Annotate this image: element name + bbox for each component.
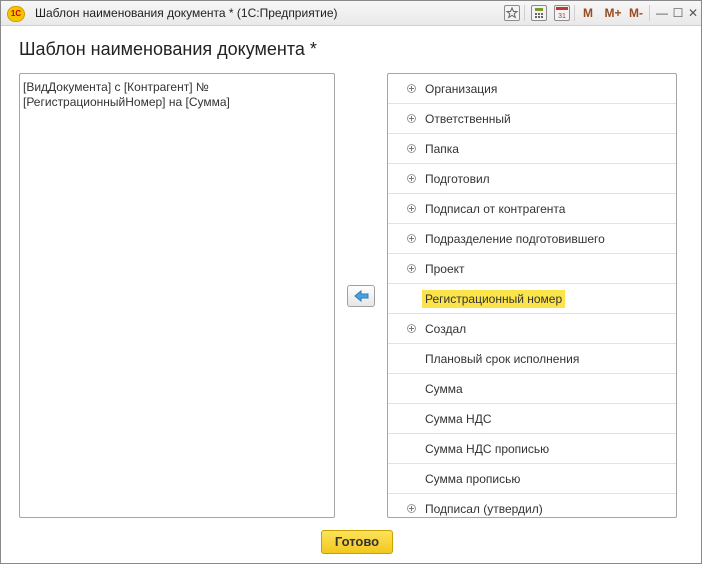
- list-item[interactable]: Организация: [388, 74, 676, 104]
- list-item[interactable]: Проект: [388, 254, 676, 284]
- list-item[interactable]: Регистрационный номер: [388, 284, 676, 314]
- list-item-label: Ответственный: [425, 112, 511, 126]
- list-item[interactable]: Подписал от контрагента: [388, 194, 676, 224]
- list-item-label: Сумма прописью: [425, 472, 521, 486]
- list-item[interactable]: Подразделение подготовившего: [388, 224, 676, 254]
- title-bar: 1С Шаблон наименования документа * (1С:П…: [1, 1, 701, 26]
- dialog-window: 1С Шаблон наименования документа * (1С:П…: [0, 0, 702, 564]
- list-item-label: Папка: [425, 142, 459, 156]
- template-text-area[interactable]: [ВидДокумента] с [Контрагент] № [Регистр…: [19, 73, 335, 518]
- expand-plus-icon[interactable]: [407, 174, 416, 183]
- list-item[interactable]: Подписал (утвердил): [388, 494, 676, 517]
- memory-button[interactable]: M: [581, 4, 595, 22]
- arrow-left-icon: [354, 290, 369, 302]
- list-item[interactable]: Сумма прописью: [388, 464, 676, 494]
- expand-plus-icon[interactable]: [407, 264, 416, 273]
- expand-plus-icon[interactable]: [407, 504, 416, 513]
- expand-plus-icon[interactable]: [407, 84, 416, 93]
- toolbar-divider: [649, 5, 650, 21]
- memory-plus-button[interactable]: M+: [603, 4, 623, 22]
- list-item-label: Регистрационный номер: [422, 290, 566, 308]
- toolbar-divider: [524, 5, 525, 21]
- list-item[interactable]: Сумма: [388, 374, 676, 404]
- list-item[interactable]: Сумма НДС: [388, 404, 676, 434]
- insert-field-button[interactable]: [347, 285, 375, 307]
- expand-plus-icon[interactable]: [407, 324, 416, 333]
- list-item-label: Сумма НДС прописью: [425, 442, 550, 456]
- list-item[interactable]: Ответственный: [388, 104, 676, 134]
- expand-plus-icon[interactable]: [407, 204, 416, 213]
- fields-list[interactable]: Организация Ответственный Папка Подготовил П…: [387, 73, 677, 518]
- list-item-label: Подписал (утвердил): [425, 502, 543, 516]
- list-item-label: Сумма НДС: [425, 412, 492, 426]
- expand-plus-icon[interactable]: [407, 114, 416, 123]
- calculator-icon[interactable]: [531, 5, 547, 21]
- window-title: Шаблон наименования документа * (1С:Пред…: [35, 6, 338, 20]
- favorites-icon[interactable]: [504, 5, 520, 21]
- list-item-label: Подготовил: [425, 172, 490, 186]
- list-item-label: Создал: [425, 322, 467, 336]
- minimize-button[interactable]: —: [655, 4, 669, 22]
- list-item[interactable]: Создал: [388, 314, 676, 344]
- toolbar-divider: [574, 5, 575, 21]
- expand-plus-icon[interactable]: [407, 234, 416, 243]
- list-item-label: Подразделение подготовившего: [425, 232, 605, 246]
- list-item[interactable]: Подготовил: [388, 164, 676, 194]
- app-logo-icon: 1С: [7, 6, 25, 22]
- list-item-label: Сумма: [425, 382, 463, 396]
- list-item[interactable]: Папка: [388, 134, 676, 164]
- svg-text:31: 31: [558, 13, 566, 20]
- done-button[interactable]: Готово: [321, 530, 393, 554]
- page-title: Шаблон наименования документа *: [19, 39, 317, 59]
- expand-plus-icon[interactable]: [407, 144, 416, 153]
- list-item-label: Подписал от контрагента: [425, 202, 566, 216]
- close-button[interactable]: ✕: [686, 4, 700, 22]
- list-item-label: Организация: [425, 82, 498, 96]
- calendar-icon[interactable]: 31: [554, 5, 570, 21]
- list-item-label: Проект: [425, 262, 465, 276]
- list-item-label: Плановый срок исполнения: [425, 352, 580, 366]
- list-item[interactable]: Сумма НДС прописью: [388, 434, 676, 464]
- memory-minus-button[interactable]: M-: [627, 4, 645, 22]
- maximize-button[interactable]: ☐: [671, 4, 685, 22]
- list-item[interactable]: Плановый срок исполнения: [388, 344, 676, 374]
